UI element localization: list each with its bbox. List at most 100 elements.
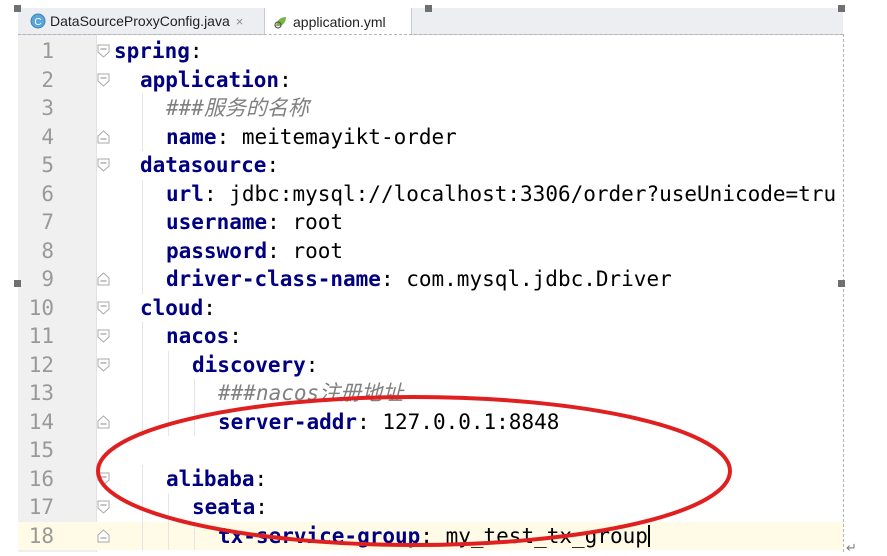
close-icon[interactable]: × [236, 14, 244, 29]
yaml-key: discovery [192, 352, 306, 377]
indent-guide [194, 521, 195, 550]
yaml-separator: : [266, 153, 280, 177]
editor-tab-bar: C DataSourceProxyConfig.java × applicati… [18, 8, 843, 35]
line-number: 13 [28, 381, 54, 405]
yaml-separator: : [255, 495, 268, 519]
fold-open-icon[interactable] [97, 301, 110, 315]
yaml-key: server-addr [218, 409, 358, 434]
fold-open-icon[interactable] [97, 500, 110, 514]
yaml-key: password [166, 238, 268, 263]
fold-open-icon[interactable] [97, 472, 110, 486]
line-number: 10 [28, 295, 54, 320]
yaml-separator: : [203, 181, 217, 206]
resize-handle[interactable] [425, 5, 432, 12]
yaml-key: url [166, 181, 204, 206]
yaml-value: jdbc:mysql://localhost:3306/order?useUni… [216, 181, 837, 206]
indent-guide [194, 379, 195, 408]
resize-handle[interactable] [14, 280, 21, 287]
indent-guide [142, 407, 143, 436]
code-line[interactable]: 3 ###服务的名称 [18, 94, 843, 123]
indent-guide [142, 236, 143, 265]
tab-application-yml[interactable]: application.yml [264, 8, 412, 35]
code-line[interactable]: 5 datasource: [18, 151, 843, 180]
yaml-file-icon [273, 14, 289, 30]
code-text: url: jdbc:mysql://localhost:3306/order?u… [166, 180, 836, 209]
code-line[interactable]: 17 seata: [18, 493, 843, 522]
code-line[interactable]: 11 nacos: [18, 322, 843, 351]
indent-guide [142, 122, 143, 151]
fold-end-icon[interactable] [97, 414, 110, 429]
yaml-key: cloud [140, 295, 204, 320]
tab-datasourceproxyconfig[interactable]: C DataSourceProxyConfig.java × [24, 8, 264, 34]
code-line[interactable]: 9 driver-class-name: com.mysql.jdbc.Drive… [18, 265, 843, 294]
line-number: 9 [41, 267, 54, 291]
fold-end-icon[interactable] [97, 129, 110, 144]
code-line[interactable]: 4 name: meitemayikt-order [18, 122, 843, 152]
code-line[interactable]: 16 alibaba: [18, 464, 843, 493]
yaml-value: root [279, 238, 344, 263]
fold-open-icon[interactable] [97, 44, 110, 58]
code-editor[interactable]: 1 spring: 2 application: 3 ###服务的名称 4 name: mei… [18, 35, 843, 552]
fold-open-icon[interactable] [97, 329, 110, 343]
indent-guide [168, 521, 169, 550]
code-line[interactable]: 10 cloud: [18, 294, 843, 323]
yaml-separator: : [267, 238, 280, 263]
line-number: 17 [28, 495, 54, 519]
code-line[interactable]: 14 server-addr: 127.0.0.1:8848 [18, 407, 843, 437]
line-number: 4 [41, 124, 54, 149]
yaml-separator: : [279, 67, 292, 92]
code-line[interactable]: 12 discovery: [18, 350, 843, 379]
code-line[interactable]: 6 url: jdbc:mysql://localhost:3306/order?… [18, 179, 843, 209]
fold-open-icon[interactable] [97, 73, 110, 87]
yaml-comment: ###服务的名称 [166, 96, 309, 120]
code-text: server-addr: 127.0.0.1:8848 [218, 408, 559, 437]
code-text: ###服务的名称 [166, 94, 309, 123]
indent-guide [142, 265, 143, 294]
yaml-key: datasource [140, 153, 267, 177]
code-line[interactable]: 7 username: root [18, 208, 843, 237]
yaml-key: name [166, 124, 217, 149]
line-number: 7 [41, 210, 54, 234]
fold-end-icon[interactable] [97, 272, 110, 286]
line-number: 2 [41, 67, 54, 92]
code-text: spring: [114, 37, 203, 66]
indent-guide [142, 379, 143, 408]
line-number: 11 [28, 324, 54, 348]
yaml-value: meitemayikt-order [229, 124, 457, 149]
yaml-separator: : [267, 210, 280, 234]
tab-label: application.yml [293, 13, 386, 30]
indent-guide [168, 493, 169, 522]
resize-handle[interactable] [14, 5, 21, 12]
yaml-separator: : [216, 124, 230, 149]
code-line[interactable]: 2 application: [18, 66, 843, 95]
indent-guide [142, 521, 143, 550]
line-number: 12 [28, 352, 54, 377]
code-text: tx-service-group: my_test_tx_group [218, 522, 650, 551]
resize-handle[interactable] [838, 5, 845, 12]
code-line[interactable]: 15 [18, 436, 843, 465]
resize-handle[interactable] [838, 280, 845, 287]
indent-guide [142, 322, 143, 351]
code-text: username: root [166, 208, 343, 237]
code-line[interactable]: 8 password: root [18, 236, 843, 265]
line-number: 3 [41, 96, 54, 120]
line-number: 16 [28, 466, 54, 491]
yaml-value: my_test_tx_group [432, 523, 648, 548]
yaml-key: nacos [166, 324, 230, 348]
fold-end-icon[interactable] [97, 528, 110, 543]
code-line[interactable]: 18 tx-service-group: my_test_tx_group [18, 521, 843, 551]
fold-open-icon[interactable] [97, 158, 110, 172]
yaml-separator: : [305, 352, 319, 377]
line-number: 18 [28, 523, 54, 548]
yaml-value: com.mysql.jdbc.Driver [393, 267, 672, 291]
code-line[interactable]: 13 ###nacos注册地址 [18, 379, 843, 408]
line-number: 15 [28, 438, 54, 462]
text-caret [647, 524, 650, 547]
line-number: 14 [28, 409, 54, 434]
screenshot-frame: C DataSourceProxyConfig.java × applicati… [0, 0, 887, 555]
code-text: name: meitemayikt-order [166, 123, 457, 152]
fold-open-icon[interactable] [97, 358, 110, 372]
code-line[interactable]: 1 spring: [18, 37, 843, 66]
yaml-value: 127.0.0.1:8848 [369, 409, 560, 434]
code-text: nacos: [166, 322, 242, 351]
